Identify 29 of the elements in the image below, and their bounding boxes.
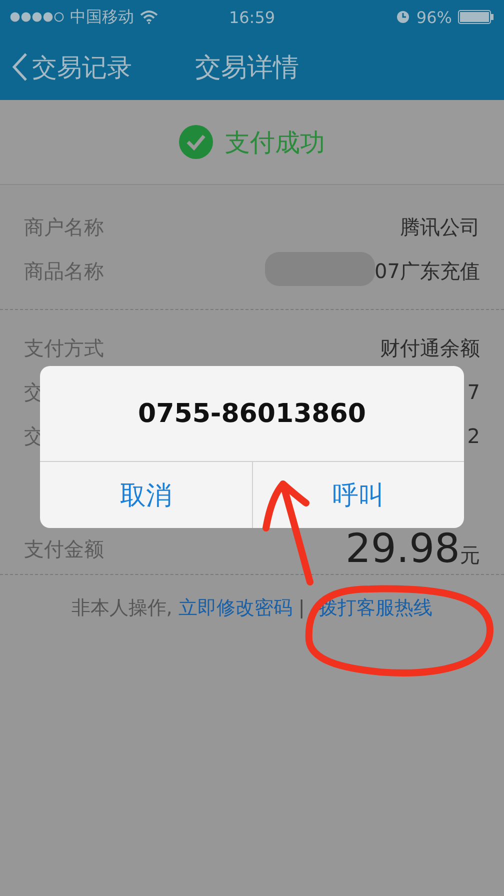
- detail-label: 商户名称: [24, 214, 104, 240]
- carrier-name: 中国移动: [70, 6, 134, 28]
- change-password-link[interactable]: 立即修改密码: [178, 595, 292, 621]
- detail-value: 07广东充值: [374, 258, 480, 284]
- detail-label: 商品名称: [24, 258, 104, 284]
- success-check-icon: [179, 125, 213, 159]
- detail-label: 支付方式: [24, 334, 104, 362]
- payment-success-text: 支付成功: [225, 126, 325, 158]
- page-title: 交易详情: [195, 52, 299, 84]
- signal-icon: [10, 12, 64, 22]
- dialog-phone-number: 0755-86013860: [138, 398, 366, 428]
- amount-label: 支付金额: [24, 536, 104, 562]
- call-button[interactable]: 呼叫: [252, 462, 464, 528]
- amount-value: 29.98: [345, 529, 460, 569]
- alarm-icon: [396, 10, 410, 24]
- detail-value: 腾讯公司: [400, 214, 480, 240]
- detail-value: 7: [467, 380, 480, 404]
- wifi-icon: [140, 10, 158, 24]
- status-time: 16:59: [228, 8, 276, 26]
- battery-icon: [458, 10, 494, 24]
- battery-percent: 96%: [416, 8, 452, 26]
- cancel-button[interactable]: 取消: [40, 462, 252, 528]
- detail-value: 2: [467, 424, 480, 448]
- detail-value: 财付通余额: [380, 334, 480, 362]
- back-chevron-icon: [12, 52, 28, 82]
- back-button[interactable]: 交易记录: [0, 50, 180, 84]
- link-separator: |: [298, 597, 305, 619]
- currency-unit: 元: [460, 542, 480, 569]
- footer-note: 非本人操作,: [71, 596, 172, 621]
